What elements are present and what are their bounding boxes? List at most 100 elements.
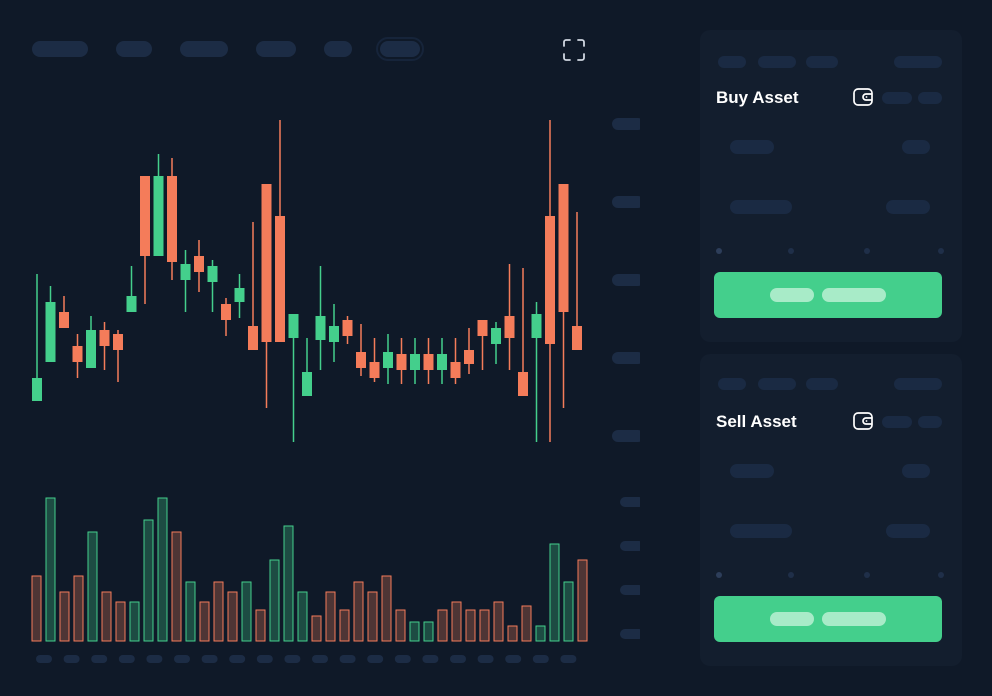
balance-skeleton: [882, 92, 912, 104]
price-axis-label-skeleton: [612, 274, 640, 286]
amount-value-skeleton: [886, 524, 930, 538]
price-value-skeleton: [902, 464, 930, 478]
balance-skeleton: [894, 378, 942, 390]
candle-up: [86, 330, 96, 368]
time-axis-label-skeleton: [146, 655, 163, 663]
candle-down: [261, 184, 272, 342]
time-axis-label-skeleton: [174, 655, 190, 663]
time-axis-label-skeleton: [91, 655, 108, 663]
candle-down: [518, 372, 528, 396]
volume-bar: [185, 581, 196, 642]
candle-down: [140, 176, 150, 256]
amount-slider[interactable]: [716, 572, 944, 578]
volume-axis-label-skeleton: [620, 585, 640, 595]
amount-slider[interactable]: [716, 248, 944, 254]
time-axis-label-skeleton: [505, 655, 522, 663]
amount-value-skeleton: [886, 200, 930, 214]
candle-up: [302, 372, 312, 396]
volume-bar: [87, 531, 98, 642]
candle-up: [315, 316, 326, 340]
volume-axis-label-skeleton: [620, 497, 640, 507]
candle-down: [464, 350, 474, 364]
slider-handle[interactable]: [716, 572, 722, 578]
time-axis-label-skeleton: [256, 655, 273, 663]
volume-bar: [311, 615, 322, 642]
time-axis-label-skeleton: [532, 655, 549, 663]
time-axis-label-skeleton: [367, 655, 384, 663]
candle-down: [504, 316, 515, 338]
candle-down: [99, 330, 110, 346]
candle-down: [545, 216, 555, 344]
candle-up: [410, 354, 420, 370]
volume-bar: [451, 601, 462, 642]
volume-bar: [115, 601, 126, 642]
candle-down: [59, 312, 69, 328]
volume-bar: [297, 591, 308, 642]
tab-skeleton[interactable]: [806, 56, 838, 68]
slider-step[interactable]: [938, 572, 944, 578]
candle-down: [558, 184, 569, 312]
candle-up: [153, 176, 164, 256]
time-axis-label-skeleton: [284, 655, 301, 663]
tab-skeleton[interactable]: [758, 56, 796, 68]
candle-up: [437, 354, 447, 370]
time-axis-label-skeleton: [229, 655, 246, 663]
time-axis-label-skeleton: [422, 655, 439, 663]
amount-label-skeleton: [730, 200, 792, 214]
time-axis-label-skeleton: [312, 655, 328, 663]
tab-skeleton[interactable]: [718, 378, 746, 390]
volume-axis-label-skeleton: [620, 629, 640, 639]
candle-up: [491, 328, 501, 344]
candle-down: [356, 352, 366, 368]
tab-skeleton[interactable]: [758, 378, 796, 390]
button-label-skeleton: [822, 612, 886, 626]
price-axis-label-skeleton: [612, 352, 640, 364]
candle-up: [329, 326, 339, 342]
wallet-icon[interactable]: [852, 86, 874, 108]
slider-step[interactable]: [788, 572, 794, 578]
sell-button[interactable]: [714, 596, 942, 642]
candle-down: [423, 354, 434, 370]
volume-bar: [367, 591, 378, 642]
price-value-skeleton: [902, 140, 930, 154]
volume-bar: [45, 497, 56, 642]
slider-step[interactable]: [788, 248, 794, 254]
candle-down: [477, 320, 488, 336]
volume-bar: [241, 581, 252, 642]
volume-bar: [409, 621, 420, 642]
volume-bar: [59, 591, 70, 642]
candle-down: [275, 216, 285, 342]
volume-bar: [507, 625, 518, 642]
buy-panel: Buy Asset: [700, 30, 962, 342]
candle-down: [194, 256, 204, 272]
slider-step[interactable]: [864, 572, 870, 578]
volume-axis-label-skeleton: [620, 541, 640, 551]
balance-skeleton: [918, 416, 942, 428]
volume-bar: [269, 559, 280, 642]
slider-step[interactable]: [938, 248, 944, 254]
tab-skeleton[interactable]: [718, 56, 746, 68]
candle-down: [167, 176, 177, 262]
buy-button[interactable]: [714, 272, 942, 318]
tab-skeleton[interactable]: [806, 378, 838, 390]
candle-up: [383, 352, 393, 368]
amount-label-skeleton: [730, 524, 792, 538]
volume-bar: [493, 601, 504, 642]
candle-up: [288, 314, 299, 338]
volume-bar: [465, 609, 476, 642]
volume-bar: [283, 525, 294, 642]
volume-bar: [479, 609, 490, 642]
volume-bar: [129, 601, 140, 642]
candle-down: [248, 326, 258, 350]
time-axis-label-skeleton: [394, 655, 411, 663]
buy-panel-title: Buy Asset: [716, 88, 799, 107]
volume-bar: [101, 591, 112, 642]
volume-bar: [577, 559, 588, 642]
volume-bar: [73, 575, 84, 642]
slider-handle[interactable]: [716, 248, 722, 254]
candle-down: [221, 304, 231, 320]
candle-up: [126, 296, 137, 312]
wallet-icon[interactable]: [852, 410, 874, 432]
slider-step[interactable]: [864, 248, 870, 254]
candle-down: [450, 362, 461, 378]
